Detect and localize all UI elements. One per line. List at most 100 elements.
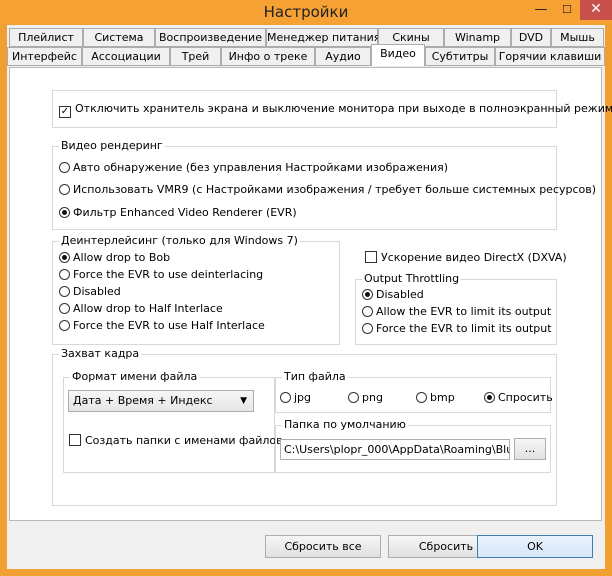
filename-format-title: Формат имени файла — [70, 370, 200, 383]
file-type-png-label: png — [362, 391, 383, 404]
file-type-ask[interactable]: Спросить — [484, 390, 553, 406]
window-title: Настройки — [263, 3, 349, 21]
filename-format-group: Формат имени файла Дата + Время + Индекс… — [63, 370, 283, 473]
tab-tabs_row1-5[interactable]: Winamp — [444, 28, 511, 47]
screensaver-checkbox[interactable]: ✓ Отключить хранитель экрана и выключение… — [59, 101, 612, 118]
throttle-option-disabled-label: Disabled — [376, 288, 424, 301]
video-rendering-title: Видео рендеринг — [59, 139, 165, 152]
file-type-bmp-label: bmp — [430, 391, 455, 404]
frame-capture-group: Захват кадра Формат имени файла Дата + В… — [52, 347, 557, 506]
deinterlacing-group: Деинтерлейсинг (только для Windows 7) Al… — [52, 234, 340, 345]
file-type-jpg[interactable]: jpg — [280, 390, 311, 406]
throttle-option-allow[interactable]: Allow the EVR to limit its output — [362, 304, 551, 320]
title-bar: Настройки — ☐ ✕ — [0, 0, 612, 24]
render-option-auto[interactable]: Авто обнаружение (без управления Настрой… — [59, 160, 448, 176]
radio-evr[interactable] — [59, 207, 70, 218]
radio-deint-force-half[interactable] — [59, 320, 70, 331]
create-folders-checkbox-box[interactable] — [69, 434, 81, 446]
tab-tabs_row1-1[interactable]: Система — [83, 28, 155, 47]
deint-option-disabled-label: Disabled — [73, 285, 121, 298]
deint-option-force-half[interactable]: Force the EVR to use Half Interlace — [59, 318, 265, 334]
reset-all-button[interactable]: Сбросить все — [265, 535, 381, 558]
deint-option-half[interactable]: Allow drop to Half Interlace — [59, 301, 223, 317]
throttle-option-allow-label: Allow the EVR to limit its output — [376, 305, 552, 318]
tab-tabs_row2-1[interactable]: Ассоциации — [82, 47, 170, 66]
deint-option-bob[interactable]: Allow drop to Bob — [59, 250, 170, 266]
output-throttling-group: Output Throttling Disabled Allow the EVR… — [355, 272, 557, 345]
radio-bmp[interactable] — [416, 392, 427, 403]
screensaver-group: ✓ Отключить хранитель экрана и выключение… — [52, 90, 612, 128]
tab-tabs_row2-4[interactable]: Аудио — [315, 47, 371, 66]
tab-tabs_row1-7[interactable]: Мышь — [551, 28, 604, 47]
radio-jpg[interactable] — [280, 392, 291, 403]
radio-deint-bob[interactable] — [59, 252, 70, 263]
settings-window: Настройки — ☐ ✕ Плейлист Система Воспроизв… — [0, 0, 612, 576]
throttle-option-force[interactable]: Force the EVR to limit its output — [362, 321, 552, 337]
radio-deint-half[interactable] — [59, 303, 70, 314]
tab-tabs_row2-6[interactable]: Субтитры — [425, 47, 495, 66]
file-type-title: Тип файла — [282, 370, 348, 383]
chevron-down-icon: ▼ — [240, 396, 247, 406]
close-button[interactable]: ✕ — [580, 0, 612, 20]
dxva-checkbox[interactable]: Ускорение видео DirectX (DXVA) — [365, 250, 567, 266]
deint-option-half-label: Allow drop to Half Interlace — [73, 302, 223, 315]
deint-option-disabled[interactable]: Disabled — [59, 284, 121, 300]
checkmark-icon: ✓ — [60, 106, 70, 117]
window-client-area: Плейлист Система Воспроизведение Менеджер п… — [7, 25, 612, 569]
tab-tabs_row2-0[interactable]: Интерфейс — [7, 47, 82, 66]
browse-folder-button[interactable]: ... — [514, 438, 546, 460]
screensaver-checkbox-box[interactable]: ✓ — [59, 106, 71, 118]
deint-option-force-half-label: Force the EVR to use Half Interlace — [73, 319, 265, 332]
file-type-png[interactable]: png — [348, 390, 383, 406]
output-throttling-title: Output Throttling — [362, 272, 462, 285]
dxva-checkbox-label: Ускорение видео DirectX (DXVA) — [381, 251, 567, 264]
render-option-vmr9-label: Использовать VMR9 (с Настройками изображ… — [73, 183, 597, 196]
radio-deint-force[interactable] — [59, 269, 70, 280]
render-option-vmr9[interactable]: Использовать VMR9 (с Настройками изображ… — [59, 182, 596, 198]
radio-auto[interactable] — [59, 162, 70, 173]
filename-format-select[interactable]: Дата + Время + Индекс ▼ — [68, 390, 254, 412]
filename-format-value: Дата + Время + Индекс — [73, 394, 213, 407]
tab-tabs_row1-3[interactable]: Менеджер питания — [266, 28, 380, 47]
radio-ask[interactable] — [484, 392, 495, 403]
default-folder-input[interactable]: C:\Users\plopr_000\AppData\Roaming\Blues… — [280, 439, 510, 460]
create-folders-checkbox[interactable]: Создать папки с именами файлов — [69, 433, 283, 449]
default-folder-group: Папка по умолчанию C:\Users\plopr_000\Ap… — [275, 418, 551, 473]
render-option-evr-label: Фильтр Enhanced Video Renderer (EVR) — [73, 206, 297, 219]
file-type-bmp[interactable]: bmp — [416, 390, 455, 406]
video-tab-panel: ✓ Отключить хранитель экрана и выключение… — [9, 67, 612, 521]
radio-deint-disabled[interactable] — [59, 286, 70, 297]
tab-tabs_row2-3[interactable]: Инфо о треке — [221, 47, 315, 66]
maximize-button[interactable]: ☐ — [554, 0, 580, 20]
ok-button[interactable]: OK — [477, 535, 593, 558]
radio-vmr9[interactable] — [59, 184, 70, 195]
deint-option-force[interactable]: Force the EVR to use deinterlacing — [59, 267, 263, 283]
deint-option-force-label: Force the EVR to use deinterlacing — [73, 268, 264, 281]
throttle-option-disabled[interactable]: Disabled — [362, 287, 424, 303]
file-type-ask-label: Спросить — [498, 391, 553, 404]
radio-png[interactable] — [348, 392, 359, 403]
create-folders-label: Создать папки с именами файлов — [85, 434, 283, 447]
deint-option-bob-label: Allow drop to Bob — [73, 251, 171, 264]
tab-tabs_row1-6[interactable]: DVD — [511, 28, 551, 47]
default-folder-title: Папка по умолчанию — [282, 418, 408, 431]
minimize-button[interactable]: — — [528, 0, 554, 20]
video-rendering-group: Видео рендеринг Авто обнаружение (без уп… — [52, 139, 596, 230]
radio-throttle-force[interactable] — [362, 323, 373, 334]
file-type-group: Тип файла jpg png bmp Спросить — [275, 370, 553, 413]
deinterlacing-title: Деинтерлейсинг (только для Windows 7) — [59, 234, 300, 247]
file-type-jpg-label: jpg — [294, 391, 312, 404]
dxva-checkbox-box[interactable] — [365, 251, 377, 263]
tab-tabs_row2-5[interactable]: Видео — [371, 44, 425, 66]
tab-tabs_row1-0[interactable]: Плейлист — [9, 28, 83, 47]
radio-throttle-disabled[interactable] — [362, 289, 373, 300]
tab-tabs_row2-2[interactable]: Трей — [170, 47, 221, 66]
tab-tabs_row1-2[interactable]: Воспроизведение — [155, 28, 266, 47]
render-option-evr[interactable]: Фильтр Enhanced Video Renderer (EVR) — [59, 205, 297, 221]
throttle-option-force-label: Force the EVR to limit its output — [376, 322, 552, 335]
render-option-auto-label: Авто обнаружение (без управления Настрой… — [73, 161, 449, 174]
frame-capture-title: Захват кадра — [59, 347, 142, 360]
screensaver-checkbox-label: Отключить хранитель экрана и выключение … — [75, 102, 612, 115]
tab-tabs_row2-7[interactable]: Горячии клавиши — [495, 47, 605, 66]
radio-throttle-allow[interactable] — [362, 306, 373, 317]
